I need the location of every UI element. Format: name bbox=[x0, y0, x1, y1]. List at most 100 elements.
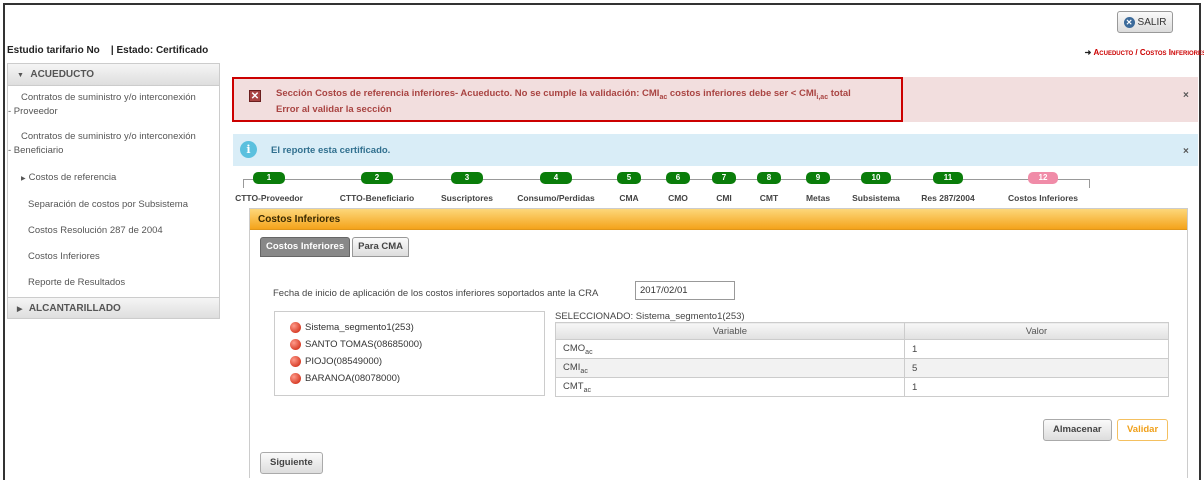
sidebar-item-ctto-proveedor[interactable]: Contratos de suministro y/o interconexió… bbox=[8, 86, 219, 123]
sidebar-item-separacion[interactable]: Separación de costos por Subsistema bbox=[8, 192, 219, 219]
sidebar-item-costos-referencia[interactable]: ▶ Costos de referencia bbox=[8, 162, 219, 192]
step-badge: 12 bbox=[1028, 172, 1058, 184]
sidebar-item-label: Contratos de suministro y/o interconexió… bbox=[21, 131, 196, 142]
exit-label: SALIR bbox=[1137, 16, 1167, 28]
step-label: Costos Inferiores bbox=[1008, 193, 1078, 203]
steps-bar: 1 CTTO-Proveedor 2 CTTO-Beneficiario 3 Susc… bbox=[235, 172, 1203, 206]
tab-para-cma[interactable]: Para CMA bbox=[352, 237, 410, 257]
variable-name: CMT bbox=[563, 380, 584, 392]
variable-name: CMO bbox=[563, 342, 586, 354]
variable-name: CMI bbox=[563, 361, 581, 373]
variable-subscript: ac bbox=[580, 367, 588, 375]
error-subscript: i,ac bbox=[816, 93, 829, 101]
panel-tabs: Costos Inferiores Para CMA bbox=[260, 237, 410, 257]
tree-item-root[interactable]: Sistema_segmento1(253) bbox=[275, 319, 544, 336]
step-badge: 4 bbox=[540, 172, 572, 184]
store-button[interactable]: Almacenar bbox=[1043, 419, 1112, 441]
step-badge: 10 bbox=[861, 172, 891, 184]
column-header-variable: Variable bbox=[555, 322, 905, 340]
cell-valor[interactable]: 1 bbox=[904, 339, 1169, 359]
sidebar-item-label: Costos Resolución 287 de 2004 bbox=[28, 225, 163, 236]
sidebar-item-reporte[interactable]: Reporte de Resultados bbox=[8, 271, 219, 297]
sidebar-section-label: ALCANTARILLADO bbox=[28, 303, 121, 314]
variables-table: Variable Valor CMOac 1 CMIac 5 CMTac 1 bbox=[555, 322, 1169, 397]
table-row[interactable]: CMOac 1 bbox=[555, 339, 1169, 359]
sidebar-item-res-287[interactable]: Costos Resolución 287 de 2004 bbox=[8, 219, 219, 245]
step-badge: 1 bbox=[253, 172, 285, 184]
info-message: El reporte esta certificado. bbox=[271, 145, 391, 156]
step-label: CMI bbox=[716, 193, 732, 203]
step-label: CMA bbox=[619, 193, 639, 203]
breadcrumb: ➜ Acueducto / Costos Inferiores bbox=[1085, 48, 1204, 57]
breadcrumb-link[interactable]: Acueducto / Costos Inferiores bbox=[1094, 48, 1204, 57]
tree-item-label: SANTO TOMAS(08685000) bbox=[305, 339, 423, 350]
step-badge: 3 bbox=[451, 172, 483, 184]
cell-variable: CMOac bbox=[555, 339, 905, 359]
next-button[interactable]: Siguiente bbox=[260, 452, 323, 474]
column-header-valor: Valor bbox=[904, 322, 1169, 340]
study-header: Estudio tarifario No | Estado: Certifica… bbox=[7, 45, 208, 56]
sidebar: ▼ ACUEDUCTO Contratos de suministro y/o … bbox=[7, 63, 220, 319]
studio-label: Estudio tarifario No bbox=[7, 45, 100, 56]
node-status-icon bbox=[290, 373, 301, 384]
info-icon: i bbox=[240, 141, 257, 158]
validate-button[interactable]: Validar bbox=[1117, 419, 1169, 441]
sidebar-item-ctto-beneficiario[interactable]: Contratos de suministro y/o interconexió… bbox=[8, 123, 219, 162]
error-icon: ✕ bbox=[249, 90, 261, 102]
date-label: Fecha de inicio de aplicación de los cos… bbox=[273, 288, 599, 299]
sidebar-item-sublabel: - Proveedor bbox=[8, 106, 58, 117]
sidebar-section-label: ACUEDUCTO bbox=[30, 69, 95, 80]
sidebar-item-costos-inferiores[interactable]: Costos Inferiores bbox=[8, 245, 219, 271]
sidebar-item-label: Costos Inferiores bbox=[28, 251, 100, 262]
tree-item[interactable]: BARANOA(08078000) bbox=[275, 370, 544, 387]
node-status-icon bbox=[290, 339, 301, 350]
arrow-right-icon: ➜ bbox=[1084, 48, 1092, 57]
tree-item[interactable]: PIOJO(08549000) bbox=[275, 353, 544, 370]
step-badge: 11 bbox=[933, 172, 963, 184]
tab-costos-inferiores[interactable]: Costos Inferiores bbox=[260, 237, 351, 257]
sidebar-item-sublabel: - Beneficiario bbox=[8, 145, 64, 156]
step-badge: 6 bbox=[666, 172, 690, 184]
selected-label: SELECCIONADO: Sistema_segmento1(253) bbox=[555, 311, 745, 322]
error-text-part: total bbox=[828, 88, 851, 99]
table-row[interactable]: CMTac 1 bbox=[555, 377, 1169, 397]
tree-item-label: PIOJO(08549000) bbox=[305, 356, 383, 367]
cell-valor[interactable]: 5 bbox=[904, 358, 1169, 378]
sidebar-section-alcantarillado[interactable]: ▶ ALCANTARILLADO bbox=[8, 297, 219, 319]
triangle-right-icon: ▶ bbox=[21, 176, 26, 182]
cell-valor[interactable]: 1 bbox=[904, 377, 1169, 397]
step-badge: 7 bbox=[712, 172, 736, 184]
sidebar-item-label: Separación de costos por Subsistema bbox=[28, 199, 189, 210]
status-label: | Estado: Certificado bbox=[110, 45, 209, 56]
step-label: CMO bbox=[668, 193, 688, 203]
exit-button[interactable]: ✕ SALIR bbox=[1117, 11, 1173, 33]
node-status-icon bbox=[290, 356, 301, 367]
close-info-icon[interactable]: × bbox=[1183, 146, 1189, 157]
node-status-icon bbox=[290, 322, 301, 333]
costos-inferiores-panel: Costos Inferiores Costos Inferiores Para… bbox=[249, 208, 1188, 478]
tree-item[interactable]: SANTO TOMAS(08685000) bbox=[275, 336, 544, 353]
tree-item-label: Sistema_segmento1(253) bbox=[305, 322, 414, 333]
table-row[interactable]: CMIac 5 bbox=[555, 358, 1169, 378]
triangle-right-icon: ▶ bbox=[17, 306, 23, 313]
step-badge: 8 bbox=[757, 172, 781, 184]
step-badge: 5 bbox=[617, 172, 641, 184]
sidebar-item-label: Costos de referencia bbox=[28, 172, 117, 183]
step-label: Subsistema bbox=[852, 193, 900, 203]
step-badge: 9 bbox=[806, 172, 830, 184]
sidebar-item-label: Contratos de suministro y/o interconexió… bbox=[21, 92, 196, 103]
variable-subscript: ac bbox=[583, 386, 591, 394]
triangle-down-icon: ▼ bbox=[17, 72, 24, 79]
error-text-part: Sección Costos de referencia inferiores-… bbox=[276, 88, 660, 99]
step-label: Res 287/2004 bbox=[921, 193, 975, 203]
step-label: Metas bbox=[805, 193, 831, 203]
close-error-icon[interactable]: × bbox=[1183, 90, 1189, 101]
cell-variable: CMTac bbox=[555, 377, 905, 397]
date-input[interactable] bbox=[635, 281, 735, 300]
system-tree: Sistema_segmento1(253) SANTO TOMAS(08685… bbox=[274, 311, 545, 396]
error-message: Sección Costos de referencia inferiores-… bbox=[276, 88, 851, 116]
sidebar-item-label: Reporte de Resultados bbox=[28, 277, 126, 288]
variable-subscript: ac bbox=[585, 348, 593, 356]
sidebar-section-acueducto[interactable]: ▼ ACUEDUCTO bbox=[8, 64, 219, 86]
error-text-part: costos inferiores debe ser < CMI bbox=[667, 88, 817, 99]
